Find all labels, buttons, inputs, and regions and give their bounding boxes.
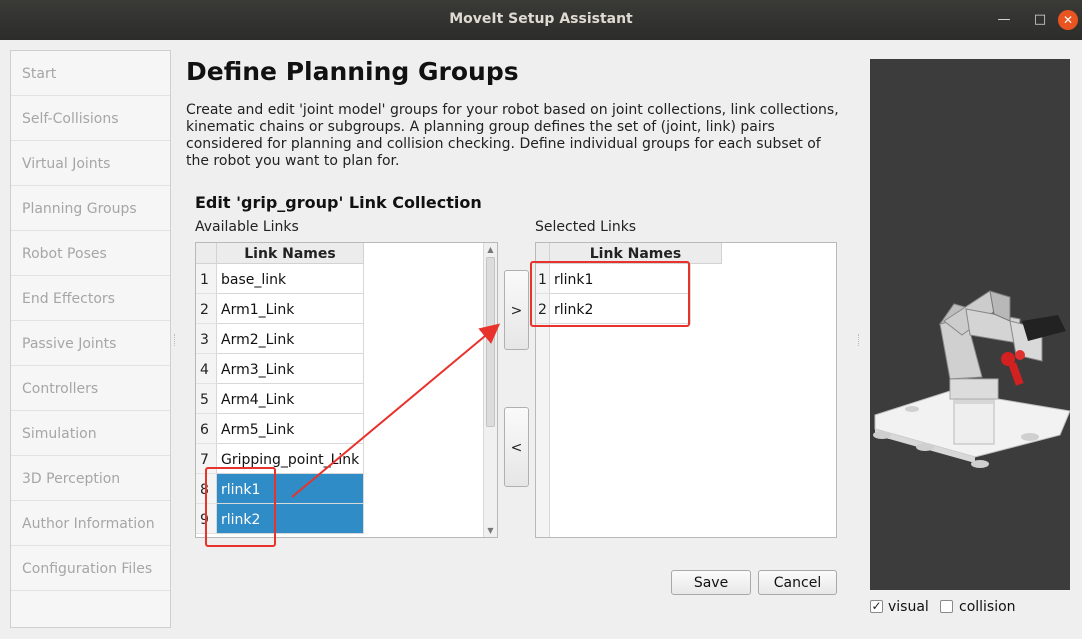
collision-checkbox[interactable] [940,600,953,613]
save-button[interactable]: Save [671,570,751,595]
robot-model-image [873,290,1070,468]
collision-checkbox-label[interactable]: collision [959,599,1016,615]
robot-3d-viewport[interactable] [870,59,1070,590]
visual-checkbox-label[interactable]: visual [888,599,929,615]
visual-checkbox[interactable]: ✓ [870,600,883,613]
cancel-button[interactable]: Cancel [758,570,837,595]
